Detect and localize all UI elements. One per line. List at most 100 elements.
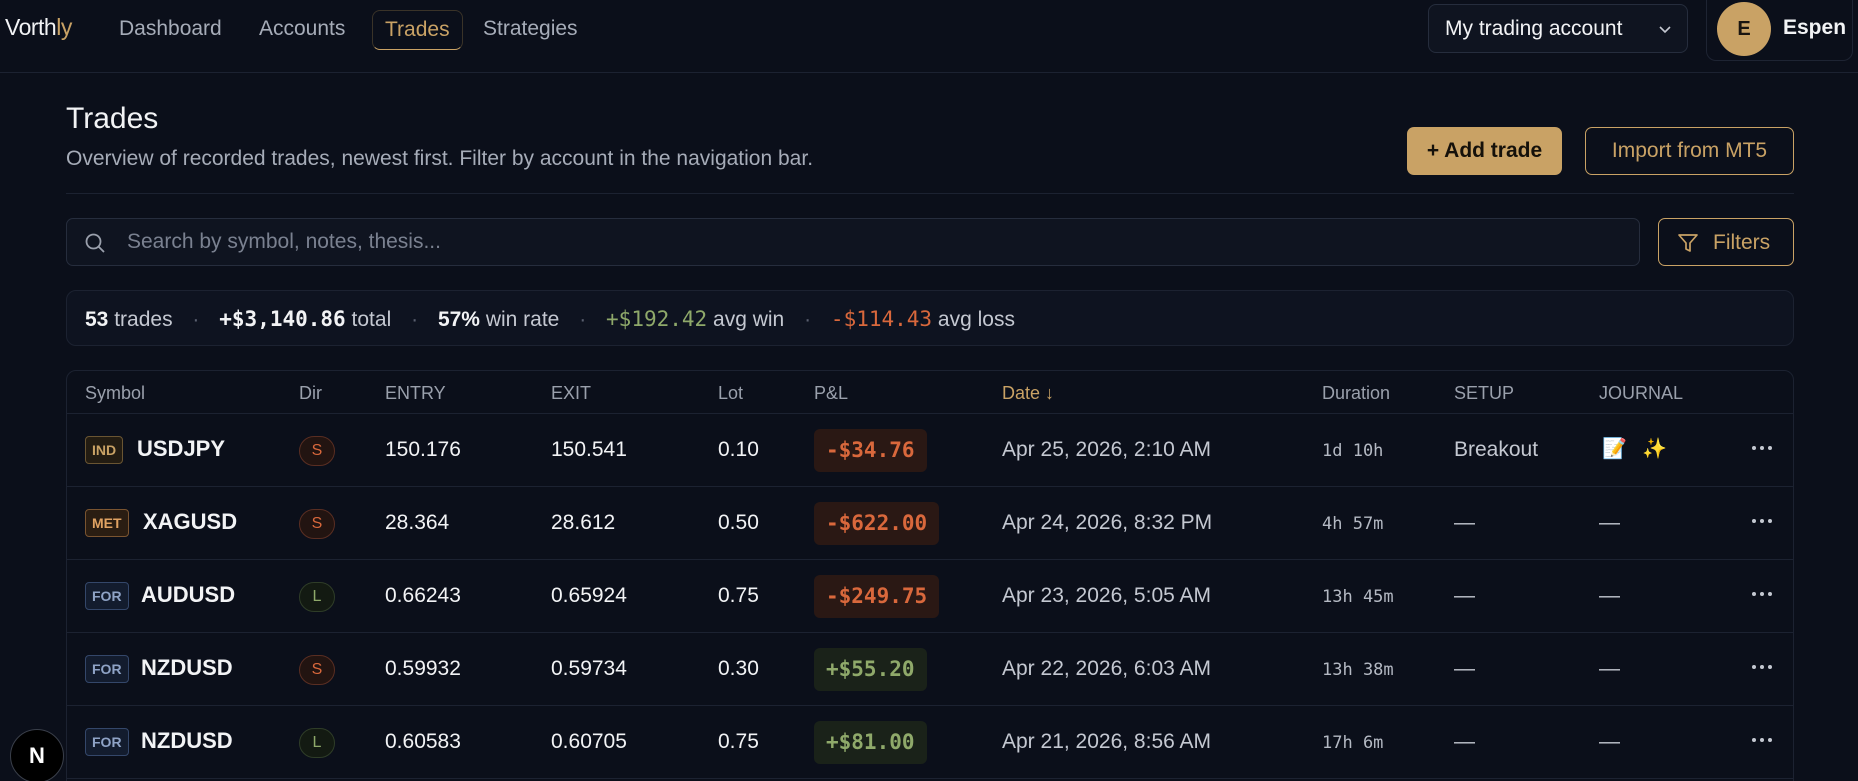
symbol: NZDUSD (141, 655, 233, 680)
lot-size: 0.30 (718, 657, 759, 680)
divider (66, 193, 1794, 194)
setup-name: Breakout (1454, 438, 1539, 461)
setup-name: — (1454, 511, 1475, 534)
stat-win-rate-label: win rate (485, 308, 560, 331)
table-row[interactable]: MET XAGUSD S 28.364 28.612 0.50 -$622.00… (67, 487, 1793, 560)
nav-strategies[interactable]: Strategies (471, 10, 590, 50)
exit-price: 0.65924 (551, 584, 627, 607)
table-row[interactable]: FOR AUDUSD L 0.66243 0.65924 0.75 -$249.… (67, 560, 1793, 633)
col-date[interactable]: Date ↓ (1002, 383, 1054, 404)
more-actions-icon[interactable] (1748, 434, 1776, 462)
dev-tools-badge[interactable]: N (10, 729, 64, 781)
top-nav: Vorthly Dashboard Accounts Trades Strate… (0, 0, 1858, 73)
pnl-value: -$249.75 (814, 575, 940, 618)
table-row[interactable]: FOR NZDUSD S 0.59932 0.59734 0.30 +$55.2… (67, 633, 1793, 706)
stat-win-rate-value: 57% (437, 308, 480, 331)
trades-table: Symbol Dir ENTRY EXIT Lot P&L Date ↓ Dur… (66, 370, 1794, 781)
stat-total-label: total (351, 308, 392, 331)
col-entry[interactable]: ENTRY (385, 383, 446, 404)
add-trade-button[interactable]: + Add trade (1407, 127, 1562, 175)
page-subtitle: Overview of recorded trades, newest firs… (66, 147, 814, 170)
import-mt5-button[interactable]: Import from MT5 (1585, 127, 1794, 175)
journal-empty: — (1599, 657, 1620, 680)
asset-class-badge: MET (85, 509, 129, 537)
trade-duration: 13h 45m (1322, 587, 1394, 607)
journal-empty: — (1599, 584, 1620, 607)
entry-price: 0.59932 (385, 657, 461, 680)
col-pnl[interactable]: P&L (814, 383, 848, 404)
filter-icon (1678, 234, 1698, 252)
setup-name: — (1454, 730, 1475, 753)
stat-total-value: +$3,140.86 (219, 307, 346, 331)
setup-name: — (1454, 584, 1475, 607)
filters-button[interactable]: Filters (1658, 218, 1794, 266)
separator: · (804, 308, 812, 331)
avatar: E (1717, 2, 1771, 56)
pnl-value: +$81.00 (814, 721, 927, 764)
account-selector-value: My trading account (1445, 17, 1623, 40)
direction-badge: S (299, 436, 335, 466)
entry-price: 0.66243 (385, 584, 461, 607)
stat-trades-label: trades (114, 308, 173, 331)
table-row[interactable]: IND USDJPY S 150.176 150.541 0.10 -$34.7… (67, 414, 1793, 487)
setup-name: — (1454, 657, 1475, 680)
separator: · (192, 308, 200, 331)
trade-duration: 17h 6m (1322, 733, 1384, 753)
table-header: Symbol Dir ENTRY EXIT Lot P&L Date ↓ Dur… (67, 371, 1793, 414)
separator: · (579, 308, 587, 331)
stat-avg-win-label: avg win (713, 308, 785, 331)
direction-badge: S (299, 655, 335, 685)
asset-class-badge: FOR (85, 582, 129, 610)
account-selector[interactable]: My trading account (1428, 4, 1688, 53)
more-actions-icon[interactable] (1748, 653, 1776, 681)
more-actions-icon[interactable] (1748, 726, 1776, 754)
entry-price: 0.60583 (385, 730, 461, 753)
direction-badge: S (299, 509, 335, 539)
entry-price: 28.364 (385, 511, 450, 534)
journal-empty: — (1599, 511, 1620, 534)
exit-price: 0.59734 (551, 657, 627, 680)
asset-class-badge: FOR (85, 728, 129, 756)
nav-trades[interactable]: Trades (372, 10, 463, 50)
app-logo[interactable]: Vorthly (5, 14, 72, 41)
pnl-value: +$55.20 (814, 648, 927, 691)
page-title: Trades (66, 102, 159, 135)
direction-badge: L (299, 582, 335, 612)
col-lot[interactable]: Lot (718, 383, 743, 404)
trade-date: Apr 25, 2026, 2:10 AM (1002, 438, 1211, 461)
note-icon[interactable]: 📝 (1602, 436, 1627, 461)
col-journal[interactable]: JOURNAL (1599, 383, 1683, 404)
stats-bar: 53 trades · +$3,140.86 total · 57% win r… (66, 290, 1794, 346)
col-exit[interactable]: EXIT (551, 383, 591, 404)
user-name: Espen (1783, 16, 1847, 39)
col-setup[interactable]: SETUP (1454, 383, 1514, 404)
trade-duration: 13h 38m (1322, 660, 1394, 680)
user-menu[interactable]: E Espen (1706, 0, 1853, 61)
filters-label: Filters (1713, 231, 1771, 254)
pnl-value: -$34.76 (814, 429, 927, 472)
exit-price: 28.612 (551, 511, 616, 534)
pnl-value: -$622.00 (814, 502, 940, 545)
table-row[interactable]: FOR NZDUSD L 0.60583 0.60705 0.75 +$81.0… (67, 706, 1793, 779)
trade-date: Apr 24, 2026, 8:32 PM (1002, 511, 1213, 534)
lot-size: 0.75 (718, 730, 759, 753)
more-actions-icon[interactable] (1748, 507, 1776, 535)
stat-avg-loss-label: avg loss (937, 308, 1015, 331)
exit-price: 0.60705 (551, 730, 627, 753)
search-box (66, 218, 1640, 266)
lot-size: 0.10 (718, 438, 759, 461)
search-input[interactable] (127, 219, 1627, 265)
col-duration[interactable]: Duration (1322, 383, 1390, 404)
stat-avg-loss-value: -$114.43 (830, 307, 933, 331)
sparkle-icon[interactable]: ✨ (1642, 436, 1667, 461)
trade-date: Apr 23, 2026, 5:05 AM (1002, 584, 1211, 607)
nav-accounts[interactable]: Accounts (247, 10, 357, 50)
col-symbol[interactable]: Symbol (85, 383, 145, 404)
col-dir[interactable]: Dir (299, 383, 322, 404)
trade-date: Apr 21, 2026, 8:56 AM (1002, 730, 1211, 753)
lot-size: 0.75 (718, 584, 759, 607)
nav-dashboard[interactable]: Dashboard (107, 10, 234, 50)
more-actions-icon[interactable] (1748, 580, 1776, 608)
stat-avg-win-value: +$192.42 (606, 307, 708, 331)
lot-size: 0.50 (718, 511, 759, 534)
